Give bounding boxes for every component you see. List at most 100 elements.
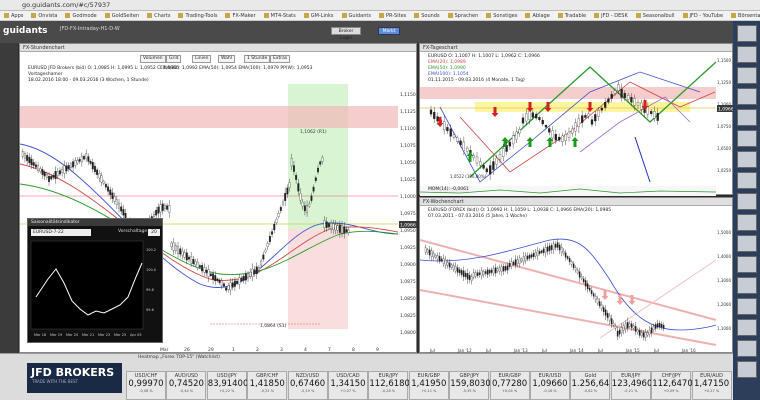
candle-body [520, 258, 523, 262]
bookmark-item[interactable]: Börsentag Dresden [731, 13, 760, 19]
bookmark-item[interactable]: GM-Links [304, 13, 334, 19]
bookmark-item[interactable]: Trading-Tools [178, 13, 217, 19]
workspace-tab[interactable]: JFD-FX-Intraday-H1-D-W [60, 26, 120, 32]
sidebar-thumbnail[interactable] [737, 130, 757, 147]
bookmark-item[interactable]: JFD - DESK [594, 13, 628, 19]
tile-val: 0,77280 [492, 379, 528, 389]
broker-login-button[interactable]: Broker Login [331, 27, 361, 41]
bookmark-item[interactable]: Seasonalbull [636, 13, 675, 19]
symbol-select[interactable]: EURUSD-7-22 [31, 229, 91, 236]
sidebar-thumbnail[interactable] [737, 256, 757, 273]
y-tick-label: 1,0925 [400, 245, 416, 251]
toolbar-button[interactable]: Grid [166, 55, 182, 63]
jfd-tagline: TRADE WITH THE BEST [32, 379, 79, 384]
candle-body [656, 323, 659, 328]
bookmark-item[interactable]: Ablage [525, 13, 549, 19]
instrument-line: EURUSD (FOREX (bid)) O: 1,0992 H: 1,1059… [428, 208, 612, 213]
weekly-chart-panel: FX-Wochenchart EURUSD (FOREX (bid)) O: 1… [419, 197, 733, 353]
bookmark-item[interactable]: Tradable [558, 13, 586, 19]
bookmark-item[interactable]: Apps [4, 13, 23, 19]
fib-label-top: 1,1062 (R1) [300, 129, 327, 135]
y-tick-label: 1,1000 [400, 194, 416, 200]
bookmark-item[interactable]: Charts [147, 13, 170, 19]
bookmark-item[interactable]: Sounds [414, 13, 439, 19]
toolbar-button[interactable]: Volumen [140, 55, 166, 63]
bookmark-item[interactable]: PR-Sites [379, 13, 406, 19]
sidebar-thumbnail[interactable] [737, 319, 757, 336]
heatmap-tile[interactable]: EUR/GBP 0,77280 +0,04 % [489, 371, 530, 400]
heatmap-tile[interactable]: USD/CHF 0,99970 -0,08 % [126, 371, 166, 400]
candle-body [644, 332, 647, 338]
heatmap-tile[interactable]: NZD/USD 0,67460 -0,19 % [287, 371, 328, 400]
sidebar-thumbnail[interactable] [737, 193, 757, 210]
candle-body [286, 187, 289, 195]
heatmap-tile[interactable]: EUR/GBP 1,41950 +0,11 % [408, 371, 449, 400]
seasonal-popup[interactable]: Saisonalitätsindikator EURUSD-7-22 Vorsc… [27, 218, 163, 343]
sidebar-thumbnail[interactable] [737, 46, 757, 63]
url-text[interactable]: go.guidants.com/#c/57937 [22, 1, 110, 9]
bookmark-item[interactable]: Onvista [31, 13, 57, 19]
bookmark-item[interactable]: GoldSeiten [105, 13, 139, 19]
sidebar-thumbnail[interactable] [737, 25, 757, 42]
sidebar-thumbnail[interactable] [737, 361, 757, 378]
heatmap-tile[interactable]: GBP/CHF 1,41850 -0,31 % [247, 371, 288, 400]
bookmark-item[interactable]: Sprachen [448, 13, 479, 19]
sidebar-thumbnail[interactable] [737, 172, 757, 189]
sidebar-thumbnail[interactable] [737, 67, 757, 84]
candle-body [592, 293, 595, 297]
heatmap-tile[interactable]: AUD/USD 0,74520 -0,44 % [166, 371, 207, 400]
sidebar-thumbnail[interactable] [737, 214, 757, 231]
candle-body [478, 272, 481, 275]
candle-body [288, 182, 291, 188]
candle-body [580, 115, 584, 123]
sidebar-thumbnail[interactable] [737, 235, 757, 252]
sidebar-thumbnail[interactable] [737, 151, 757, 168]
toolbar-button[interactable]: 1 Stunde [244, 55, 271, 63]
guidants-logo[interactable]: guidants [3, 26, 48, 36]
heatmap-tile[interactable]: USD/JPY 83,91400 +0,22 % [206, 371, 248, 400]
bookmark-item[interactable]: Guidants [342, 13, 371, 19]
bookmark-item[interactable]: Sonstiges [486, 13, 517, 19]
toolbar-button[interactable]: Linien [192, 55, 212, 63]
heatmap-tile[interactable]: EUR/JPY 112,61800 -0,28 % [368, 371, 415, 400]
sidebar-thumbnail[interactable] [737, 109, 757, 126]
candle-body [336, 225, 339, 231]
heatmap-tile[interactable]: EUR/USD 1,09660 -0,16 % [530, 371, 570, 400]
browser-address-bar[interactable]: go.guidants.com/#c/57937 [0, 0, 760, 11]
candle-body [214, 275, 217, 282]
sidebar-thumbnail[interactable] [737, 340, 757, 357]
candle-body [460, 270, 463, 275]
candle-body [104, 183, 107, 188]
heatmap-tile[interactable]: GBP/JPY 159,80300 -0,35 % [449, 371, 497, 400]
heatmap-tile[interactable]: EUR/AUD 1,47150 +0,27 % [691, 371, 732, 400]
bookmark-item[interactable]: Godmode [65, 13, 96, 19]
toolbar-button[interactable]: Wahl [218, 55, 236, 63]
bookmark-item[interactable]: FX-Maker [225, 13, 255, 19]
heatmap-tile[interactable]: EUR/JPY 123,49600 -0,21 % [610, 371, 658, 400]
y-tick-label: 1,0500 [717, 146, 731, 151]
weekly-chart-canvas[interactable]: 1,50001,40001,30001,20001,1000 Jul Jan '1… [420, 220, 734, 354]
candle-body [465, 147, 469, 152]
jfd-logo[interactable]: JFD BROKERS TRADE WITH THE BEST [27, 363, 122, 393]
toolbar-button[interactable]: Extras [270, 55, 291, 63]
bookmark-item[interactable]: MT4-Stats [264, 13, 296, 19]
sidebar-thumbnail[interactable] [737, 277, 757, 294]
heatmap-tile[interactable]: USD/CAD 1,34150 +0,07 % [328, 371, 368, 400]
days-input[interactable]: 20 [148, 229, 160, 236]
heatmap-tile[interactable]: CHF/JPY 112,64700 +0,09 % [651, 371, 698, 400]
bookmarks-bar: Apps Onvista Godmode GoldSeiten Charts Tradin… [0, 11, 760, 21]
candle-body [209, 273, 212, 277]
sidebar-thumbnail[interactable] [737, 88, 757, 105]
tile-sub: +0,11 % [421, 389, 437, 393]
candle-body [185, 252, 188, 261]
candle-body [321, 157, 324, 162]
panel-title: FX-Stundenchart [20, 44, 416, 52]
sidebar-thumbnail[interactable] [737, 298, 757, 315]
markt-button[interactable]: Markt [378, 27, 400, 35]
candle-body [464, 272, 467, 278]
heatmap-tile[interactable]: Gold 1.256,64 -0,62 % [570, 371, 611, 400]
bookmark-item[interactable]: JFD - YouTube [683, 13, 724, 19]
daily-chart-canvas[interactable]: 1,0522 (100,00%) 1,15001,12501,10001,075… [420, 52, 734, 196]
tile-val: 159,80300 [450, 379, 497, 389]
candle-body [207, 269, 210, 277]
